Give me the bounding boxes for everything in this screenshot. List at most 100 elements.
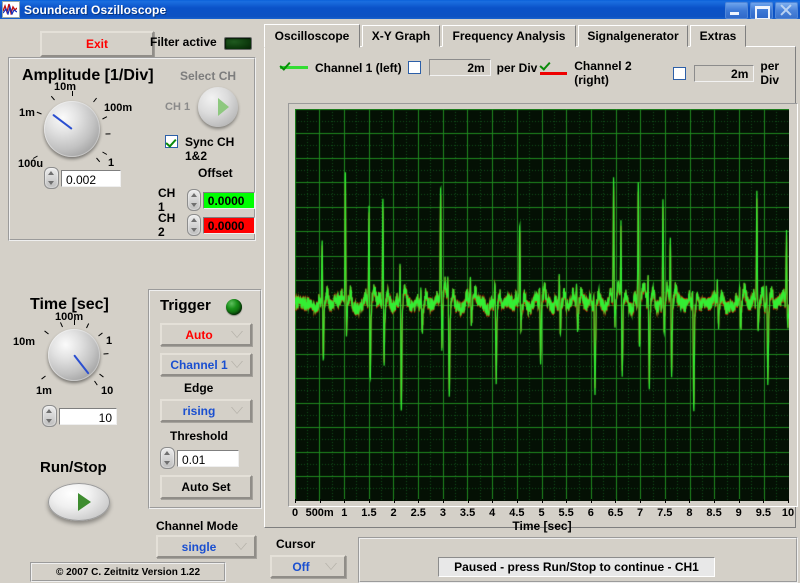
oscilloscope-plot[interactable]: [295, 109, 789, 501]
close-icon[interactable]: [775, 2, 798, 19]
offset-ch2-label: CH 2: [158, 211, 176, 239]
amplitude-tick-100m: 100m: [104, 102, 133, 114]
offset-ch2-stepper[interactable]: [187, 214, 201, 236]
channel2-legend: Channel 2 (right) 2m per Div: [540, 59, 800, 87]
minimize-icon[interactable]: [725, 2, 748, 19]
x-tick-mark: [393, 499, 395, 503]
x-tick-label: 8.5: [706, 507, 722, 519]
x-tick-mark: [763, 499, 765, 503]
offset-ch1-value[interactable]: 0.0000: [202, 191, 256, 209]
x-tick-mark: [541, 499, 543, 503]
threshold-control[interactable]: 0.01: [160, 447, 239, 469]
x-tick-mark: [492, 499, 494, 503]
trigger-led: [226, 299, 242, 315]
channel2-color-swatch: [540, 71, 568, 75]
tab-frequency-analysis[interactable]: Frequency Analysis: [442, 25, 576, 47]
threshold-label: Threshold: [170, 429, 229, 443]
time-tick-1m: 1m: [36, 385, 52, 397]
offset-ch1-label: CH 1: [158, 186, 176, 214]
offset-row-ch1: CH 1 0.0000: [158, 186, 256, 214]
x-tick-label: 3: [439, 507, 446, 519]
x-axis-label: Time [sec]: [512, 519, 572, 533]
x-tick-mark: [319, 499, 321, 503]
x-tick-label: 8: [686, 507, 693, 519]
trigger-source-value: Channel 1: [170, 357, 228, 372]
amplitude-title: Amplitude [1/Div]: [22, 67, 154, 84]
tab-xy-graph[interactable]: X-Y Graph: [362, 25, 440, 47]
amplitude-knob[interactable]: [44, 101, 100, 157]
x-tick-label: 5: [538, 507, 545, 519]
trigger-mode-dropdown[interactable]: Auto: [160, 323, 252, 346]
amplitude-stepper[interactable]: [44, 167, 59, 189]
channel1-enable-checkbox[interactable]: [407, 61, 421, 74]
filter-active-led[interactable]: [224, 37, 252, 50]
trigger-panel: Trigger Auto Channel 1 Edge rising Thres…: [148, 289, 262, 509]
trigger-mode-value: Auto: [185, 327, 213, 342]
auto-set-button[interactable]: Auto Set: [160, 475, 252, 499]
x-tick-mark: [615, 499, 617, 503]
trigger-source-dropdown[interactable]: Channel 1: [160, 353, 252, 376]
time-tick-1: 1: [106, 335, 113, 347]
time-knob[interactable]: [48, 329, 100, 381]
title-bar: Soundcard Oszilloscope: [0, 0, 800, 20]
channel-mode-dropdown[interactable]: single: [156, 535, 256, 558]
offset-ch1-stepper[interactable]: [187, 189, 201, 211]
select-ch-arrow-icon: [218, 98, 229, 116]
trigger-edge-value: rising: [182, 403, 216, 418]
select-ch-label: Select CH: [180, 69, 237, 83]
time-tick-100m: 100m: [55, 311, 84, 323]
cursor-dropdown[interactable]: Off: [270, 555, 346, 578]
channel2-enable-checkbox[interactable]: [673, 66, 686, 80]
tab-extras[interactable]: Extras: [690, 25, 746, 47]
time-stepper[interactable]: [42, 405, 57, 427]
x-tick-label: 5.5: [558, 507, 574, 519]
x-tick-mark: [689, 499, 691, 503]
chevron-down-icon: [231, 361, 243, 368]
time-value[interactable]: 10: [59, 407, 117, 425]
chevron-down-icon: [325, 563, 337, 570]
x-tick-mark: [640, 499, 642, 503]
trigger-edge-dropdown[interactable]: rising: [160, 399, 252, 422]
x-tick-label: 3.5: [459, 507, 476, 519]
channel-mode-value: single: [181, 539, 217, 554]
x-tick-label: 10: [781, 507, 795, 519]
amplitude-value-control[interactable]: 0.002: [44, 167, 121, 189]
maximize-icon[interactable]: [750, 2, 773, 20]
tab-signalgenerator[interactable]: Signalgenerator: [578, 25, 688, 47]
select-ch-button[interactable]: [198, 87, 238, 127]
amplitude-panel: Amplitude [1/Div] 10m 1m 100m 100u 1 0.0…: [8, 57, 256, 241]
x-tick-label: 9.5: [755, 507, 771, 519]
amplitude-tick-1m: 1m: [19, 107, 35, 119]
x-tick-mark: [344, 499, 346, 503]
x-tick-mark: [738, 499, 740, 503]
x-tick-label: 1: [341, 507, 348, 519]
x-tick-mark: [664, 499, 666, 503]
time-value-control[interactable]: 10: [42, 405, 117, 427]
run-stop-label: Run/Stop: [40, 459, 107, 476]
run-stop-button[interactable]: [48, 483, 110, 521]
threshold-value[interactable]: 0.01: [177, 449, 239, 467]
x-tick-label: 6.5: [607, 507, 624, 519]
exit-button[interactable]: Exit: [40, 31, 154, 57]
offset-title: Offset: [198, 166, 233, 180]
x-tick-mark: [788, 499, 789, 503]
x-tick-label: 500m: [305, 507, 334, 519]
sync-ch-checkbox[interactable]: [165, 135, 178, 148]
channel2-per-div-value[interactable]: 2m: [693, 64, 755, 82]
copyright-text: © 2007 C. Zeitnitz Version 1.22: [30, 562, 226, 582]
channel1-per-div-value[interactable]: 2m: [428, 59, 491, 76]
x-tick-mark: [442, 499, 444, 503]
x-tick-mark: [566, 499, 568, 503]
x-tick-mark: [467, 499, 469, 503]
threshold-stepper[interactable]: [160, 447, 175, 469]
sync-ch-label: Sync CH 1&2: [185, 135, 235, 163]
amplitude-value[interactable]: 0.002: [61, 169, 121, 187]
x-tick-mark: [590, 499, 592, 503]
cursor-box: Cursor Off: [266, 537, 356, 579]
offset-ch2-value[interactable]: 0.0000: [202, 216, 256, 234]
x-tick-label: 7.5: [657, 507, 673, 519]
tab-oscilloscope[interactable]: Oscilloscope: [264, 24, 360, 48]
x-tick-mark: [714, 499, 716, 503]
waveform-canvas[interactable]: [295, 109, 789, 501]
time-tick-10m: 10m: [13, 336, 36, 348]
